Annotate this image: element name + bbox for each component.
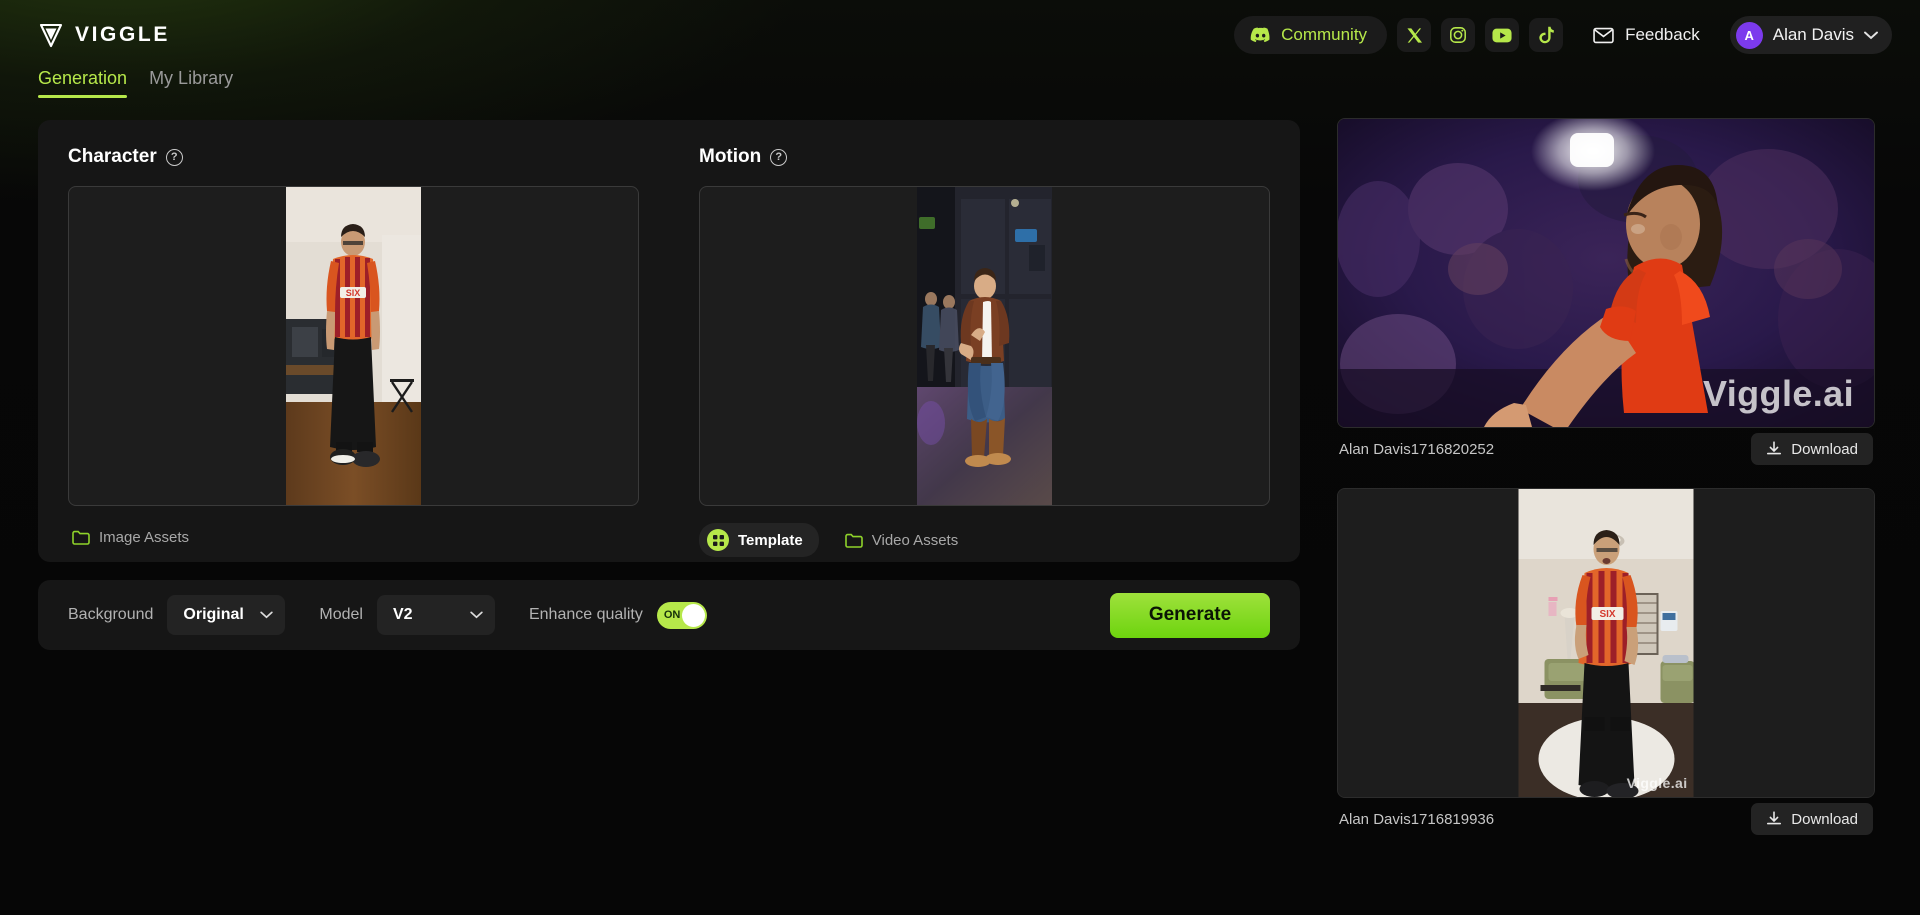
- generation-settings-bar: Background Original Model V2 Enhance qua…: [38, 580, 1300, 650]
- discord-icon: [1250, 27, 1270, 43]
- question-mark-icon[interactable]: ?: [770, 148, 788, 166]
- app-header: VIGGLE Community Feedback A Alan Davis: [0, 0, 1920, 70]
- character-title: Character: [68, 146, 157, 167]
- video-assets-label: Video Assets: [871, 531, 959, 549]
- download-icon: [1767, 811, 1782, 825]
- enhance-quality-toggle[interactable]: ON: [656, 601, 707, 629]
- chevron-down-icon: [470, 611, 483, 619]
- generation-work-panel: Character ? SIX Image Assets Motion ? Te…: [38, 120, 1300, 562]
- generate-button[interactable]: Generate: [1110, 592, 1270, 638]
- result-video-preview[interactable]: Viggle.ai: [1337, 118, 1875, 428]
- mail-icon: [1593, 27, 1614, 43]
- background-label: Background: [68, 606, 154, 623]
- avatar: A: [1735, 21, 1763, 49]
- tiktok-icon: [1539, 26, 1554, 44]
- community-label: Community: [1281, 25, 1368, 44]
- model-label: Model: [319, 606, 363, 623]
- motion-upload-dropzone[interactable]: [699, 186, 1270, 506]
- character-asset-actions: Image Assets: [68, 523, 639, 552]
- result-video-preview[interactable]: SIX Viggle.ai: [1337, 488, 1875, 798]
- community-button[interactable]: Community: [1234, 16, 1388, 54]
- svg-text:SIX: SIX: [1599, 609, 1615, 620]
- folder-icon: [72, 530, 90, 545]
- character-thumbnail: SIX: [286, 187, 421, 505]
- brand-name: VIGGLE: [75, 23, 170, 46]
- motion-asset-actions: Template Video Assets: [699, 523, 1270, 557]
- result-video-frame: SIX Viggle.ai: [1518, 489, 1694, 797]
- brand-logo[interactable]: VIGGLE: [38, 22, 170, 48]
- instagram-icon: [1450, 27, 1467, 43]
- enhance-quality-label: Enhance quality: [528, 606, 643, 623]
- download-button[interactable]: Download: [1751, 433, 1873, 465]
- character-pane: Character ? SIX Image Assets: [38, 120, 669, 562]
- template-button[interactable]: Template: [699, 523, 819, 557]
- background-value: Original: [183, 606, 244, 623]
- feedback-label: Feedback: [1625, 25, 1700, 44]
- youtube-icon: [1492, 28, 1512, 42]
- download-label: Download: [1791, 810, 1858, 828]
- result-name: Alan Davis1716819936: [1339, 810, 1495, 828]
- social-link-instagram[interactable]: [1441, 18, 1476, 52]
- folder-icon: [844, 533, 863, 548]
- header-actions: Community Feedback A Alan Davis: [1234, 16, 1892, 54]
- motion-pane: Motion ? Template Video Assets: [669, 120, 1300, 562]
- template-grid-icon: [707, 529, 729, 551]
- image-assets-label: Image Assets: [99, 529, 190, 546]
- model-value: V2: [392, 606, 413, 623]
- results-panel: Viggle.ai Alan Davis1716820252 Download: [1337, 118, 1875, 858]
- viggle-v-logo-icon: [39, 23, 63, 48]
- background-select[interactable]: Original: [167, 595, 286, 635]
- social-link-tiktok[interactable]: [1529, 18, 1564, 52]
- result-video-image: SIX: [1518, 489, 1694, 797]
- tab-generation[interactable]: Generation: [38, 68, 128, 98]
- template-label: Template: [738, 531, 803, 549]
- character-upload-dropzone[interactable]: SIX: [68, 186, 639, 506]
- download-label: Download: [1791, 440, 1858, 458]
- result-footer: Alan Davis1716819936 Download: [1337, 798, 1875, 840]
- result-name: Alan Davis1716820252: [1339, 440, 1495, 458]
- tab-my-library[interactable]: My Library: [149, 68, 233, 98]
- download-icon: [1767, 441, 1782, 455]
- svg-text:SIX: SIX: [346, 288, 361, 298]
- result-card: SIX Viggle.ai Alan Davis1716819936 Downl…: [1337, 488, 1875, 840]
- motion-thumbnail: [917, 187, 1052, 505]
- result-card: Viggle.ai Alan Davis1716820252 Download: [1337, 118, 1875, 470]
- x-twitter-icon: [1406, 27, 1422, 43]
- image-assets-button[interactable]: Image Assets: [68, 523, 193, 552]
- main-tabs: Generation My Library: [38, 68, 233, 98]
- chevron-down-icon: [260, 611, 274, 619]
- user-menu-button[interactable]: A Alan Davis: [1729, 16, 1892, 54]
- model-select[interactable]: V2: [376, 595, 495, 635]
- download-button[interactable]: Download: [1751, 803, 1873, 835]
- chevron-down-icon: [1864, 31, 1878, 39]
- motion-title: Motion: [699, 146, 762, 167]
- character-image: SIX: [286, 187, 421, 505]
- result-video-frame: [1338, 119, 1874, 427]
- social-link-x[interactable]: [1397, 18, 1432, 52]
- social-link-youtube[interactable]: [1485, 18, 1520, 52]
- motion-header: Motion ?: [699, 146, 1270, 168]
- character-header: Character ?: [68, 146, 639, 168]
- motion-image: [917, 187, 1052, 505]
- toggle-knob: [681, 603, 705, 627]
- result-footer: Alan Davis1716820252 Download: [1337, 428, 1875, 470]
- enhance-quality-state: ON: [663, 609, 681, 621]
- user-name: Alan Davis: [1772, 25, 1854, 44]
- question-mark-icon[interactable]: ?: [165, 148, 183, 166]
- video-assets-button[interactable]: Video Assets: [841, 526, 962, 555]
- feedback-button[interactable]: Feedback: [1579, 16, 1714, 54]
